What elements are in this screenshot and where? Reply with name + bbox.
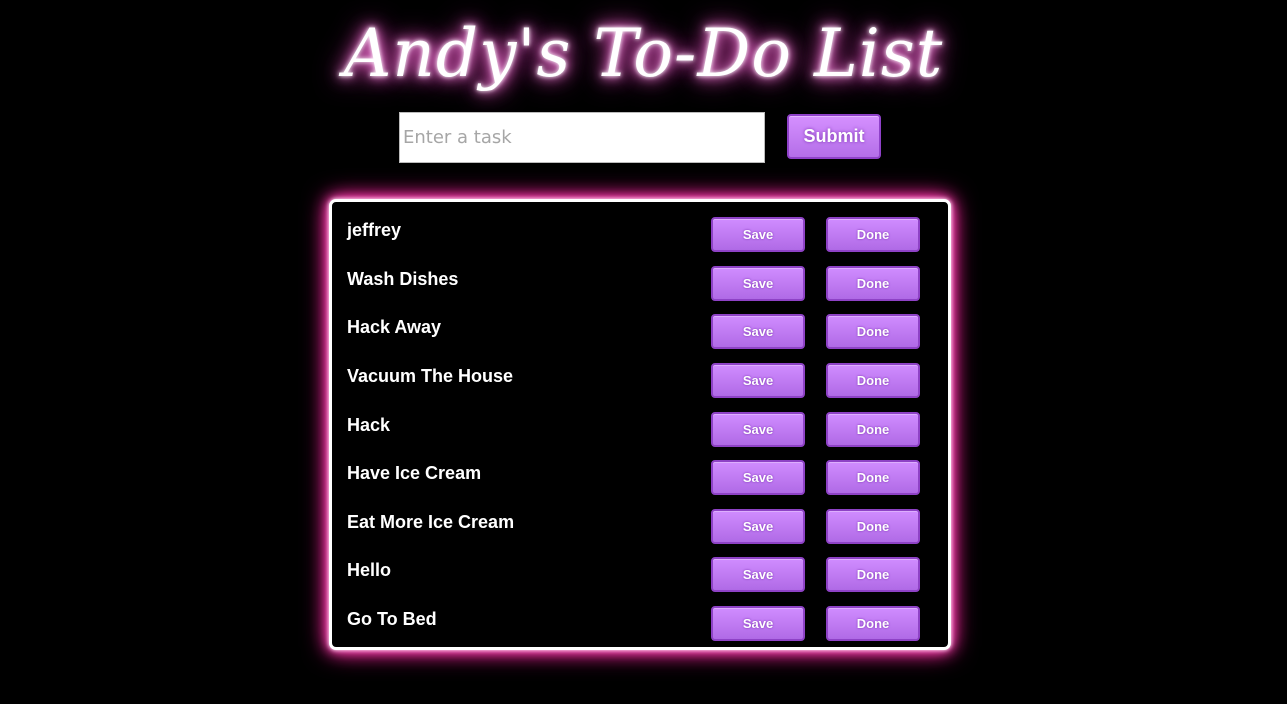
task-label: Have Ice Cream xyxy=(347,463,482,483)
task-label: Vacuum The House xyxy=(347,366,514,386)
save-button[interactable]: Save xyxy=(711,314,805,349)
task-label: Hello xyxy=(347,560,392,580)
save-button[interactable]: Save xyxy=(711,606,805,641)
save-button[interactable]: Save xyxy=(711,363,805,398)
task-row: Wash Dishes Save Done xyxy=(332,264,948,301)
done-button[interactable]: Done xyxy=(826,460,920,495)
save-button[interactable]: Save xyxy=(711,217,805,252)
task-row: Vacuum The House Save Done xyxy=(332,361,948,398)
save-button[interactable]: Save xyxy=(711,412,805,447)
done-button[interactable]: Done xyxy=(826,266,920,301)
task-row: Have Ice Cream Save Done xyxy=(332,458,948,495)
task-row: Eat More Ice Cream Save Done xyxy=(332,507,948,544)
task-label: Eat More Ice Cream xyxy=(347,512,515,532)
done-button[interactable]: Done xyxy=(826,217,920,252)
task-row: Hack Away Save Done xyxy=(332,312,948,349)
task-label: Go To Bed xyxy=(347,609,437,629)
page-title: Andy's To-Do List xyxy=(343,15,944,92)
save-button[interactable]: Save xyxy=(711,557,805,592)
done-button[interactable]: Done xyxy=(826,314,920,349)
task-label: Hack Away xyxy=(347,317,442,337)
done-button[interactable]: Done xyxy=(826,412,920,447)
task-row: Hack Save Done xyxy=(332,410,948,447)
task-list: jeffrey Save Done Wash Dishes Save Done … xyxy=(329,199,951,650)
task-row: Hello Save Done xyxy=(332,555,948,592)
task-label: Wash Dishes xyxy=(347,269,459,289)
submit-button[interactable]: Submit xyxy=(787,114,881,159)
task-input[interactable] xyxy=(399,112,765,163)
save-button[interactable]: Save xyxy=(711,266,805,301)
todo-page: Andy's To-Do List Submit jeffrey Save Do… xyxy=(0,0,1287,704)
done-button[interactable]: Done xyxy=(826,363,920,398)
task-row: Go To Bed Save Done xyxy=(332,604,948,641)
save-button[interactable]: Save xyxy=(711,460,805,495)
task-label: jeffrey xyxy=(347,220,402,240)
task-label: Hack xyxy=(347,415,391,435)
done-button[interactable]: Done xyxy=(826,606,920,641)
task-row: jeffrey Save Done xyxy=(332,215,948,252)
save-button[interactable]: Save xyxy=(711,509,805,544)
done-button[interactable]: Done xyxy=(826,509,920,544)
done-button[interactable]: Done xyxy=(826,557,920,592)
